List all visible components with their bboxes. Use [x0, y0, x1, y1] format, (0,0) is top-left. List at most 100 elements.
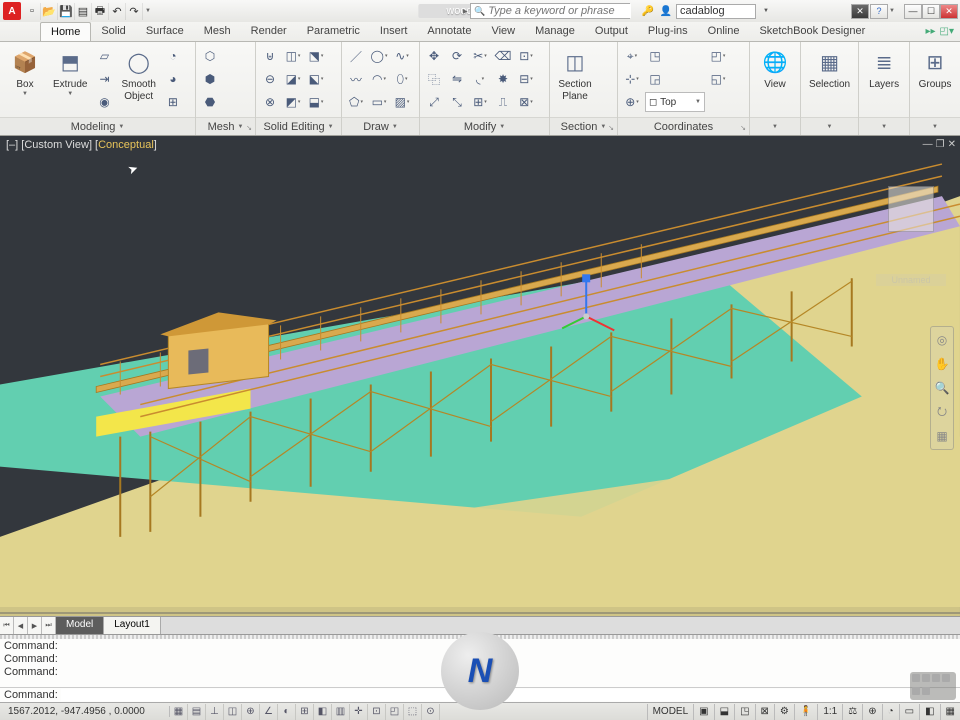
status-right-6[interactable]: 1:1: [817, 704, 842, 720]
offset-icon[interactable]: ⎍: [493, 92, 513, 112]
tab-plug-ins[interactable]: Plug-ins: [638, 22, 698, 41]
mod-b-icon[interactable]: ⊟▾: [516, 69, 536, 89]
save-icon[interactable]: 💾: [58, 3, 75, 20]
tab-solid[interactable]: Solid: [91, 22, 135, 41]
polysolid-icon[interactable]: ▱: [94, 46, 114, 66]
ucs-c-icon[interactable]: ⊕▾: [622, 92, 642, 112]
command-input[interactable]: [61, 689, 956, 701]
coord-top-select[interactable]: ◻ Top▼: [645, 92, 705, 112]
layout-nav-2[interactable]: ▶: [28, 617, 42, 634]
status-toggle-3[interactable]: ◫: [224, 704, 242, 720]
viewcube[interactable]: Unnamed: [876, 176, 946, 286]
groups-button[interactable]: ⊞Groups: [914, 44, 956, 93]
status-toggle-2[interactable]: ⊥: [206, 704, 224, 720]
status-toggle-14[interactable]: ⊙: [422, 704, 440, 720]
app-logo-icon[interactable]: A: [3, 2, 21, 20]
se-c-icon[interactable]: ◩▾: [283, 92, 303, 112]
zoom-icon[interactable]: 🔍: [933, 379, 951, 397]
panel-mesh-title[interactable]: Mesh▼↘: [196, 117, 255, 135]
layout-tab-layout1[interactable]: Layout1: [104, 617, 161, 634]
status-toggle-13[interactable]: ⬚: [404, 704, 422, 720]
new-icon[interactable]: ▫: [24, 3, 41, 20]
tab-home[interactable]: Home: [40, 22, 91, 41]
panel-groups-exp[interactable]: ▼: [910, 117, 960, 135]
mesh-b-icon[interactable]: ⬢: [200, 69, 220, 89]
search-input[interactable]: [488, 4, 631, 18]
status-right-11[interactable]: ◧: [919, 704, 939, 720]
explode-icon[interactable]: ✸: [493, 69, 513, 89]
open-icon[interactable]: 📂: [41, 3, 58, 20]
intersect-icon[interactable]: ⊗: [260, 92, 280, 112]
ucs-g-icon[interactable]: ◱▾: [708, 69, 728, 89]
panel-section-title[interactable]: Section▼↘: [550, 117, 617, 135]
ellipse-icon[interactable]: ⬯▾: [392, 69, 412, 89]
tab-manage[interactable]: Manage: [525, 22, 585, 41]
scale-icon[interactable]: ⤡: [447, 92, 467, 112]
showmotion-icon[interactable]: ▦: [933, 427, 951, 445]
panel-draw-title[interactable]: Draw▼: [342, 117, 419, 135]
move-icon[interactable]: ✥: [424, 46, 444, 66]
array-icon[interactable]: ⊞▾: [470, 92, 490, 112]
help-dropdown-icon[interactable]: ▼: [889, 8, 895, 14]
exchange-icon[interactable]: ✕: [851, 4, 869, 19]
se-d-icon[interactable]: ⬔▾: [306, 46, 326, 66]
panel-coordinates-title[interactable]: Coordinates↘: [618, 117, 749, 135]
maximize-button[interactable]: ☐: [922, 4, 940, 19]
status-toggle-7[interactable]: ⊞: [296, 704, 314, 720]
ucs-a-icon[interactable]: ⌖▾: [622, 46, 642, 66]
mesh-a-icon[interactable]: ⬡: [200, 46, 220, 66]
user-dropdown-icon[interactable]: ▼: [758, 3, 774, 19]
status-right-5[interactable]: 🧍: [794, 704, 817, 720]
user-icon[interactable]: 👤: [658, 3, 674, 19]
panel-selection-exp[interactable]: ▼: [801, 117, 858, 135]
status-toggle-4[interactable]: ⊕: [242, 704, 260, 720]
mesh-smooth-more-icon[interactable]: ◔: [163, 46, 183, 66]
panel-view-exp[interactable]: ▼: [750, 117, 800, 135]
ribbon-options-icon[interactable]: ◰▾: [940, 26, 954, 37]
saveas-icon[interactable]: ▤: [75, 3, 92, 20]
coordinates-readout[interactable]: 1567.2012, -947.4956 , 0.0000: [0, 706, 170, 717]
se-e-icon[interactable]: ⬕▾: [306, 69, 326, 89]
se-f-icon[interactable]: ⬓▾: [306, 92, 326, 112]
ucs-b-icon[interactable]: ⊹▾: [622, 69, 642, 89]
stretch-icon[interactable]: ⤢: [424, 92, 444, 112]
status-right-9[interactable]: ◔: [882, 704, 899, 720]
status-right-1[interactable]: ⬓: [714, 704, 734, 720]
expand-icon[interactable]: ▸▸: [925, 26, 935, 37]
model-space-button[interactable]: MODEL: [647, 704, 694, 720]
layers-button[interactable]: ≣Layers: [863, 44, 905, 93]
status-right-4[interactable]: ⚙: [774, 704, 794, 720]
tab-view[interactable]: View: [481, 22, 525, 41]
circle-icon[interactable]: ◯▾: [369, 46, 389, 66]
copy-icon[interactable]: ⿻: [424, 69, 444, 89]
arc-icon[interactable]: ◠▾: [369, 69, 389, 89]
mod-c-icon[interactable]: ⊠▾: [516, 92, 536, 112]
minimize-button[interactable]: —: [904, 4, 922, 19]
line-icon[interactable]: ／: [346, 46, 366, 66]
layout-nav-1[interactable]: ◀: [14, 617, 28, 634]
ucs-e-icon[interactable]: ◲: [645, 69, 665, 89]
wheel-icon[interactable]: ◎: [933, 331, 951, 349]
key-icon[interactable]: 🔑: [640, 3, 656, 19]
tab-online[interactable]: Online: [698, 22, 750, 41]
pan-icon[interactable]: ✋: [933, 355, 951, 373]
mod-a-icon[interactable]: ⊡▾: [516, 46, 536, 66]
tab-mesh[interactable]: Mesh: [194, 22, 241, 41]
tab-render[interactable]: Render: [241, 22, 297, 41]
layout-nav-3[interactable]: ⏭: [42, 617, 56, 634]
mesh-refine-icon[interactable]: ⊞: [163, 92, 183, 112]
status-toggle-10[interactable]: ✛: [350, 704, 368, 720]
tab-sketchbook-designer[interactable]: SketchBook Designer: [749, 22, 875, 41]
presspull-icon[interactable]: ⇥: [94, 69, 114, 89]
section-plane-button[interactable]: ◫ Section Plane: [554, 44, 596, 105]
status-toggle-9[interactable]: ▥: [332, 704, 350, 720]
extrude-button[interactable]: ⬒ Extrude ▼: [49, 44, 91, 99]
ucs-d-icon[interactable]: ◳: [645, 46, 665, 66]
revolve-icon[interactable]: ◉: [94, 92, 114, 112]
viewport[interactable]: [–] [Custom View] [Conceptual] ➤ — ❐ ✕: [0, 136, 960, 616]
print-icon[interactable]: 🖶: [92, 3, 109, 20]
viewcube-label[interactable]: Unnamed: [876, 274, 946, 286]
status-right-3[interactable]: ⊠: [755, 704, 774, 720]
se-a-icon[interactable]: ◫▾: [283, 46, 303, 66]
rotate-icon[interactable]: ⟳: [447, 46, 467, 66]
